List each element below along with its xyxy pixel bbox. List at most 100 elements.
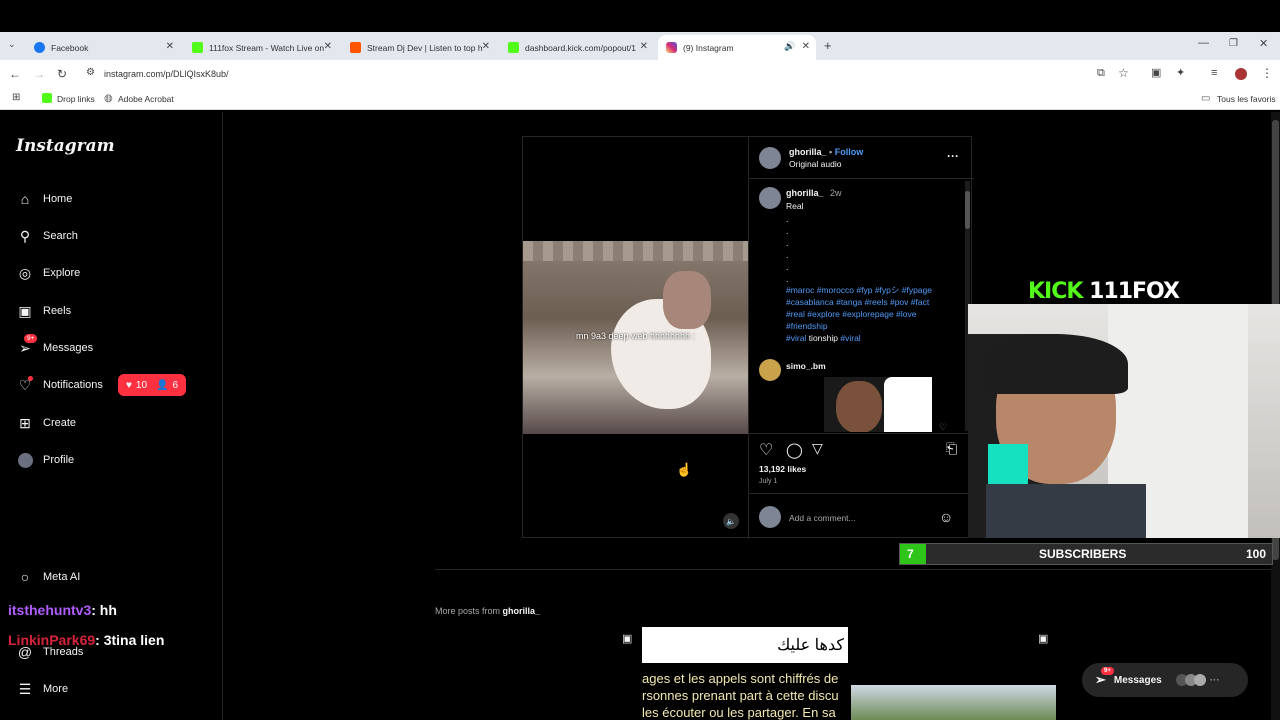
close-icon[interactable]: ✕ [802,41,810,52]
avatar [759,506,781,528]
avatar[interactable] [759,147,781,169]
more-options-icon[interactable]: ··· [947,149,959,163]
chat-username: itsthehuntv3 [8,602,92,618]
save-icon[interactable]: ⎗ [946,440,957,457]
bookmark-adobe[interactable]: Adobe Acrobat [118,94,174,104]
instagram-logo[interactable]: Instagram [16,136,115,156]
sidebar-item-more[interactable]: ☰ More [16,677,68,701]
close-icon[interactable]: ✕ [166,41,174,52]
back-icon[interactable]: ← [9,68,21,80]
caption-hashtags[interactable]: #maroc #morocco #fyp #fypシ #fypage #casab… [786,284,966,344]
comment-white-card [884,377,932,432]
divider [749,493,974,494]
audio-label[interactable]: Original audio [789,159,841,169]
thumb-arabic: كدها عليك [642,627,848,663]
nav-label: Profile [43,454,75,466]
nav-label: Reels [43,305,72,317]
post-video[interactable]: mn 9a3 deep web hhhhhhhh : [523,241,748,434]
close-icon[interactable]: ✕ [482,41,490,52]
emoji-icon[interactable]: ☺ [939,509,953,525]
like-comment-icon[interactable]: ♡ [939,422,947,433]
avatar [1193,674,1206,686]
sidebar-item-create[interactable]: ⊞ Create [16,411,76,435]
kick-icon [508,42,519,53]
caption-header: ghorilla_ 2w [786,188,842,198]
site-info-icon[interactable]: ⚙ [86,68,95,78]
speaker-icon[interactable]: 🔊 [784,41,795,52]
sidebar-item-meta-ai[interactable]: ○ Meta AI [16,565,81,589]
follow-button[interactable]: Follow [835,147,864,157]
forward-icon[interactable]: → [33,68,45,80]
minimize-icon[interactable]: — [1198,38,1209,49]
puzzle-icon[interactable]: ✦ [1176,68,1185,79]
window-close-icon[interactable]: ✕ [1259,39,1268,50]
sidebar-item-reels[interactable]: ▣ Reels [16,299,71,323]
sidebar-item-notifications[interactable]: ♡ Notifications [16,373,103,397]
comment-icon[interactable]: ◯ [786,441,803,459]
install-icon[interactable]: ⧉ [1097,68,1105,79]
streamdj-icon [350,42,361,53]
tab-instagram[interactable]: (9) Instagram 🔊 ✕ [658,35,816,60]
reload-icon[interactable]: ↻ [57,68,67,80]
bookmarks-bar: ⊞ Drop links ◍ Adobe Acrobat ▭ Tous les … [0,88,1280,110]
mouse-cursor: ☝ [676,462,693,477]
caption-dots: ...... [786,214,789,284]
close-icon[interactable]: ✕ [640,41,648,52]
profile-avatar[interactable] [1235,68,1247,80]
chat-line: itsthehuntv3: hh [8,602,117,618]
apps-icon[interactable]: ⊞ [12,93,20,103]
search-icon: ⚲ [19,227,31,244]
media-icon[interactable]: ≡ [1211,68,1217,79]
bookmark-star-icon[interactable]: ☆ [1118,67,1129,79]
extension-icon[interactable]: ▣ [1151,68,1161,79]
post-modal: mn 9a3 deep web hhhhhhhh : 🔈 ghorilla_ •… [522,136,974,539]
menu-icon[interactable]: ⋮ [1261,67,1273,79]
instagram-icon [666,42,677,53]
tab-stream-dj[interactable]: Stream Dj Dev | Listen to top h ✕ [342,35,496,60]
subscriber-goal: 100 [1245,547,1266,561]
top-black-bar [0,0,1280,32]
subscriber-count: 7 [907,547,914,561]
sidebar-item-home[interactable]: ⌂ Home [16,187,73,211]
sidebar-item-explore[interactable]: ◎ Explore [16,261,80,285]
post-username[interactable]: ghorilla_ [789,147,827,157]
tab-strip: ⌄ Facebook ✕ 111fox Stream - Watch Live … [0,32,1280,60]
tab-111fox[interactable]: 111fox Stream - Watch Live on ✕ [184,35,338,60]
sidebar-item-messages[interactable]: ➢ 9+ Messages [16,334,93,360]
chat-message: : hh [91,602,117,618]
audio-toggle-icon[interactable]: 🔈 [723,513,739,529]
messages-icon: ➢ 9+ [1095,667,1114,688]
likes-count[interactable]: 13,192 likes [759,464,806,474]
close-icon[interactable]: ✕ [324,41,332,52]
bookmark-drop-links[interactable]: Drop links [57,94,95,104]
more-posts-user[interactable]: ghorilla_ [503,606,541,616]
share-icon[interactable]: ▽ [812,440,823,457]
messages-pill[interactable]: ➢ 9+ Messages ··· [1082,663,1248,697]
heart-icon: ♥ [125,379,132,391]
nav-label: Notifications [43,379,103,391]
sidebar-item-profile[interactable]: Profile [16,448,74,472]
facebook-icon [34,42,45,53]
user-icon: 👤 [156,379,169,391]
comment-username[interactable]: simo_.bm [786,361,826,371]
more-post-thumb[interactable] [851,685,1056,720]
heart-icon: ♡ [18,376,33,393]
caption-username[interactable]: ghorilla_ [786,188,824,198]
tab-kick-dashboard[interactable]: dashboard.kick.com/popout/1 ✕ [500,35,654,60]
all-bookmarks[interactable]: Tous les favoris [1217,94,1276,104]
notifications-popup[interactable]: ♥ 10 👤 6 [118,374,186,396]
nav-label: More [43,683,69,695]
like-icon[interactable]: ♡ [759,440,773,460]
more-post-thumb[interactable]: كدها عليك ages et les appels sont chiffr… [642,627,848,720]
maximize-icon[interactable]: ❐ [1229,39,1238,49]
sidebar-item-search[interactable]: ⚲ Search [16,224,78,248]
tab-search-icon[interactable]: ⌄ [8,40,16,49]
tab-facebook[interactable]: Facebook ✕ [26,35,180,60]
channel-name: 111FOX [1089,279,1180,304]
url-field[interactable]: instagram.com/p/DLlQIsxK8ub/ [104,69,229,79]
new-tab-button[interactable]: + [824,39,832,52]
address-bar: ← → ↻ ⚙ instagram.com/p/DLlQIsxK8ub/ ⧉ ☆… [0,60,1280,88]
post-header: ghorilla_ • Follow [789,147,863,157]
comment-input[interactable]: Add a comment... [789,513,856,523]
chat-line: LinkinPark69: 3tina lien [8,632,164,648]
